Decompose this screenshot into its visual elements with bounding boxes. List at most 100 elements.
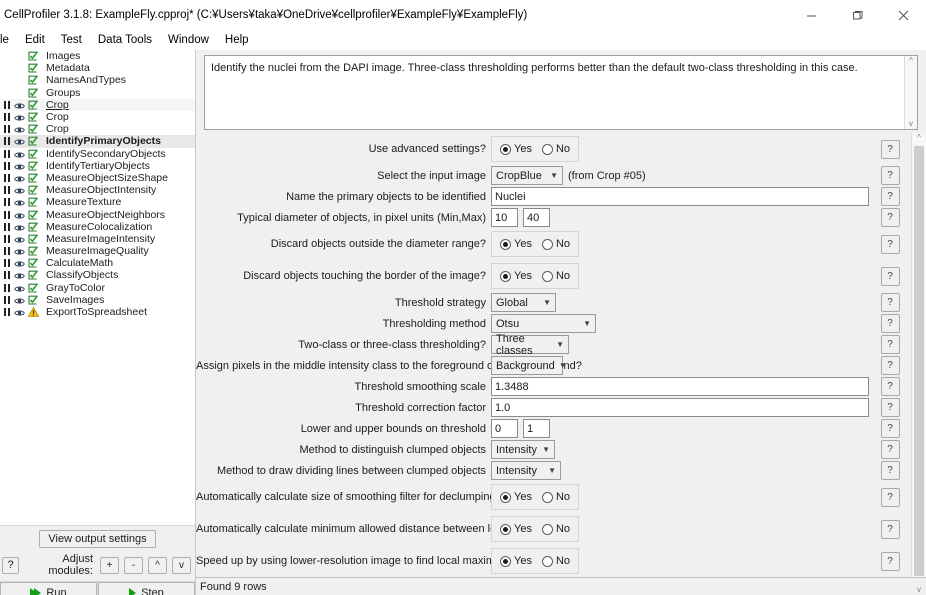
scroll-up-icon[interactable]: ^: [909, 57, 913, 65]
check-icon[interactable]: [28, 161, 39, 171]
check-icon[interactable]: [28, 258, 39, 268]
menu-file[interactable]: le: [0, 32, 17, 48]
help-button[interactable]: ?: [880, 335, 900, 354]
module-list-item[interactable]: NamesAndTypes: [0, 74, 195, 86]
pause-icon[interactable]: [4, 247, 11, 256]
pause-icon[interactable]: [4, 173, 11, 182]
pause-icon[interactable]: [4, 100, 11, 109]
pause-icon[interactable]: [4, 137, 11, 146]
module-list-item[interactable]: IdentifyTertiaryObjects: [0, 160, 195, 172]
text-input[interactable]: Nuclei: [491, 187, 869, 206]
radio-option[interactable]: No: [541, 523, 570, 535]
eye-icon[interactable]: [14, 235, 25, 243]
check-icon[interactable]: [28, 87, 39, 98]
help-button[interactable]: ?: [880, 440, 900, 459]
check-icon[interactable]: [28, 173, 39, 183]
min-input[interactable]: 0: [491, 419, 518, 438]
radio-option[interactable]: Yes: [500, 238, 532, 250]
module-list-item[interactable]: Crop: [0, 123, 195, 135]
radio-option[interactable]: No: [541, 270, 570, 282]
min-input[interactable]: 10: [491, 208, 518, 227]
check-icon[interactable]: [28, 222, 39, 232]
minimize-icon[interactable]: [788, 0, 834, 30]
module-notes-text[interactable]: Identify the nuclei from the DAPI image.…: [205, 56, 904, 129]
help-button[interactable]: ?: [880, 314, 900, 333]
add-module-button[interactable]: +: [100, 556, 119, 574]
dropdown[interactable]: Background ▼: [491, 356, 567, 375]
pause-icon[interactable]: [4, 259, 11, 268]
help-button[interactable]: ?: [880, 356, 900, 375]
module-list-item[interactable]: MeasureColocalization: [0, 221, 195, 233]
help-button[interactable]: ?: [880, 487, 900, 507]
scrollbar-thumb[interactable]: [914, 146, 924, 576]
module-list-item[interactable]: SaveImages: [0, 294, 195, 306]
eye-icon[interactable]: [14, 284, 25, 292]
help-button[interactable]: ?: [880, 139, 900, 159]
module-list-item[interactable]: MeasureImageQuality: [0, 245, 195, 257]
eye-icon[interactable]: [14, 247, 25, 255]
radio-option[interactable]: No: [541, 491, 570, 503]
dropdown[interactable]: Intensity ▼: [491, 440, 555, 459]
eye-icon[interactable]: [14, 101, 25, 109]
help-button[interactable]: ?: [880, 208, 900, 227]
help-button[interactable]: ?: [880, 234, 900, 254]
module-list-item[interactable]: Metadata: [0, 62, 195, 74]
eye-icon[interactable]: [14, 150, 25, 158]
scroll-down-icon[interactable]: v: [917, 586, 921, 594]
scroll-down-icon[interactable]: v: [909, 120, 913, 128]
check-icon[interactable]: [28, 124, 39, 134]
dropdown[interactable]: Intensity ▼: [491, 461, 561, 480]
pause-icon[interactable]: [4, 186, 11, 195]
radio-indicator[interactable]: [541, 491, 553, 503]
radio-indicator[interactable]: [500, 143, 511, 155]
radio-indicator[interactable]: [500, 238, 511, 250]
view-output-settings-button[interactable]: View output settings: [39, 530, 156, 548]
check-icon[interactable]: [28, 246, 39, 256]
text-input[interactable]: 1.3488: [491, 377, 869, 396]
menu-help[interactable]: Help: [217, 32, 257, 48]
radio-option[interactable]: Yes: [500, 555, 532, 567]
eye-icon[interactable]: [14, 198, 25, 206]
module-list-item[interactable]: GrayToColor: [0, 282, 195, 294]
radio-indicator[interactable]: [541, 143, 553, 155]
pause-icon[interactable]: [4, 198, 11, 207]
dropdown[interactable]: CropBlue ▼: [491, 166, 563, 185]
help-button[interactable]: ?: [880, 551, 900, 571]
pause-icon[interactable]: [4, 222, 11, 231]
radio-indicator[interactable]: [500, 555, 511, 567]
pause-icon[interactable]: [4, 308, 11, 317]
radio-option[interactable]: Yes: [500, 143, 532, 155]
max-input[interactable]: 40: [523, 208, 550, 227]
help-button[interactable]: ?: [880, 461, 900, 480]
notes-scrollbar[interactable]: ^ v: [904, 56, 917, 129]
module-list-item[interactable]: IdentifySecondaryObjects: [0, 148, 195, 160]
check-icon[interactable]: [28, 136, 39, 146]
radio-option[interactable]: No: [541, 143, 570, 155]
radio-indicator[interactable]: [500, 523, 511, 535]
eye-icon[interactable]: [14, 174, 25, 182]
menu-data-tools[interactable]: Data Tools: [90, 32, 160, 48]
check-icon[interactable]: [28, 100, 39, 110]
pause-icon[interactable]: [4, 283, 11, 292]
check-icon[interactable]: [28, 185, 39, 195]
pipeline-module-list[interactable]: Images Metadata NamesAndTypes Groups Crop Cro…: [0, 50, 195, 526]
pause-icon[interactable]: [4, 271, 11, 280]
module-list-item[interactable]: MeasureObjectIntensity: [0, 184, 195, 196]
menu-test[interactable]: Test: [53, 32, 90, 48]
menu-edit[interactable]: Edit: [17, 32, 53, 48]
check-icon[interactable]: [28, 51, 39, 61]
help-button[interactable]: ?: [880, 266, 900, 286]
check-icon[interactable]: [28, 295, 39, 305]
scroll-up-icon[interactable]: ^: [917, 134, 921, 142]
check-icon[interactable]: [28, 234, 39, 244]
module-list-item[interactable]: Images: [0, 50, 195, 62]
check-icon[interactable]: [28, 197, 39, 207]
module-list-item[interactable]: ExportToSpreadsheet: [0, 306, 195, 318]
eye-icon[interactable]: [14, 162, 25, 170]
check-icon[interactable]: [28, 63, 39, 73]
radio-indicator[interactable]: [541, 555, 553, 567]
module-list-item[interactable]: MeasureTexture: [0, 196, 195, 208]
pause-icon[interactable]: [4, 210, 11, 219]
pause-icon[interactable]: [4, 149, 11, 158]
dropdown[interactable]: Otsu ▼: [491, 314, 596, 333]
